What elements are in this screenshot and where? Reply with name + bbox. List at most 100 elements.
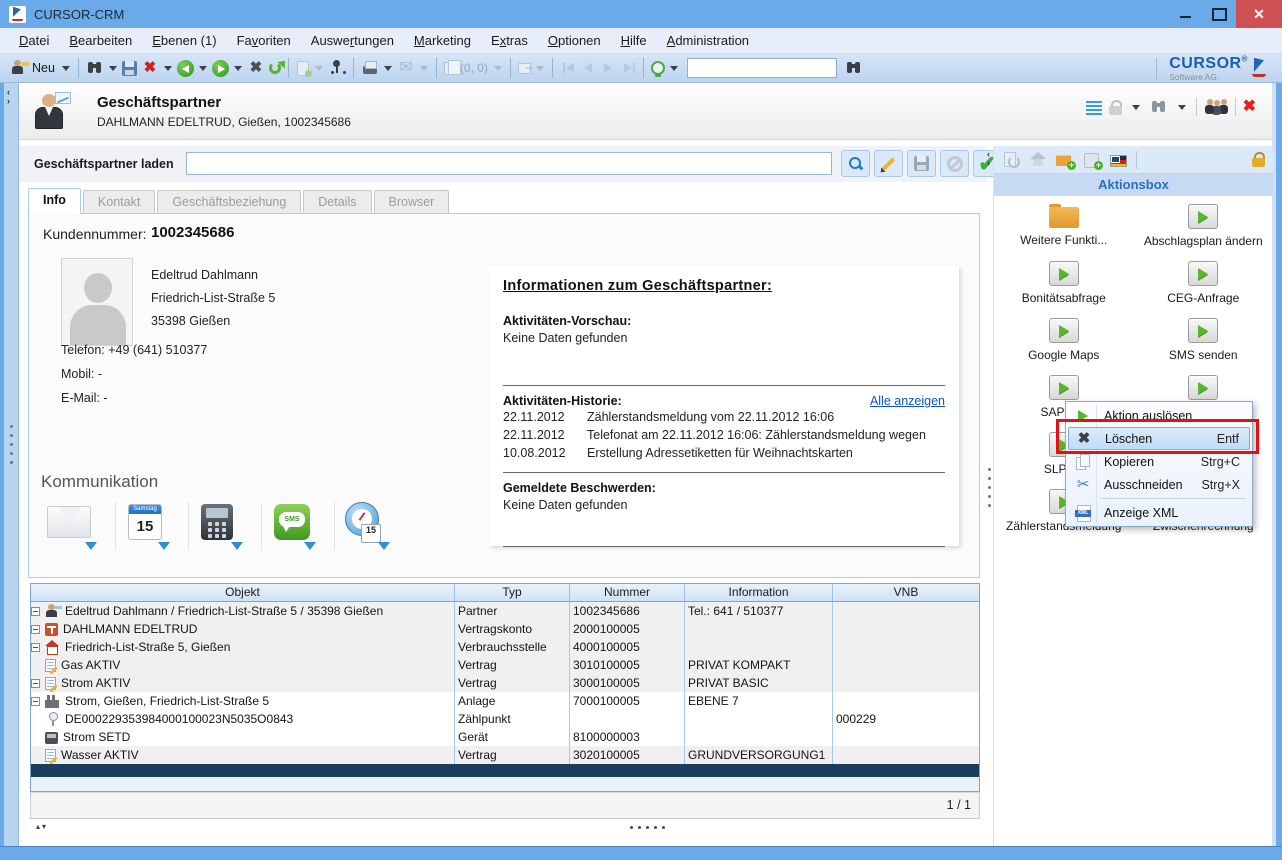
- menu-item-datei[interactable]: Datei: [10, 30, 58, 51]
- appointment-dropdown-icon[interactable]: [158, 542, 170, 550]
- close-button[interactable]: ✕: [1236, 0, 1282, 28]
- column-header-objekt[interactable]: Objekt: [31, 584, 455, 601]
- reminder-dropdown-icon[interactable]: [378, 542, 390, 550]
- tab-details[interactable]: Details: [303, 190, 371, 214]
- edit-button[interactable]: [874, 150, 903, 177]
- left-panel-splitter[interactable]: ‹›: [4, 83, 19, 846]
- email-action[interactable]: [43, 502, 116, 550]
- right-splitter-handle[interactable]: [988, 468, 991, 507]
- column-header-typ[interactable]: Typ: [455, 584, 570, 601]
- delete-dropdown[interactable]: [164, 66, 172, 71]
- action-bonit-tsabfrage[interactable]: Bonitätsabfrage: [994, 253, 1134, 310]
- table-row[interactable]: Gas AKTIVVertrag3010100005PRIVAT KOMPAKT: [31, 656, 979, 674]
- table-row[interactable]: DE000229353984000100023N5035O0843Zählpun…: [31, 710, 979, 728]
- play-icon[interactable]: [1049, 318, 1079, 343]
- menu-item-optionen[interactable]: Optionen: [539, 30, 610, 51]
- left-splitter-handle[interactable]: [10, 425, 13, 464]
- bottom-splitter[interactable]: ▴▾: [30, 822, 980, 836]
- back-dropdown[interactable]: [199, 66, 207, 71]
- save-icon[interactable]: [122, 61, 137, 76]
- play-icon[interactable]: [1188, 375, 1218, 400]
- play-icon[interactable]: [1188, 318, 1218, 343]
- delete-icon[interactable]: ✖: [141, 59, 159, 77]
- table-horizontal-scrollbar[interactable]: [31, 764, 979, 777]
- minimize-button[interactable]: [1168, 0, 1202, 28]
- menu-item-favoriten[interactable]: Favoriten: [228, 30, 300, 51]
- folder-icon[interactable]: [1049, 207, 1079, 228]
- table-row[interactable]: DAHLMANN EDELTRUDVertragskonto2000100005: [31, 620, 979, 638]
- table-row[interactable]: Friedrich-List-Straße 5, GießenVerbrauch…: [31, 638, 979, 656]
- table-row[interactable]: Strom AKTIVVertrag3000100005PRIVAT BASIC: [31, 674, 979, 692]
- add-folder-icon[interactable]: [1056, 152, 1074, 168]
- left-panel-collapse-icon[interactable]: ‹›: [7, 88, 10, 106]
- action-sms-senden[interactable]: SMS senden: [1134, 310, 1274, 367]
- table-row[interactable]: Edeltrud Dahlmann / Friedrich-List-Straß…: [31, 602, 979, 620]
- search-icon[interactable]: [86, 59, 104, 77]
- column-header-information[interactable]: Information: [685, 584, 833, 601]
- menu-item-ebenen-1-[interactable]: Ebenen (1): [143, 30, 225, 51]
- header-search-icon[interactable]: [1150, 98, 1168, 116]
- tab-geschäftsbeziehung[interactable]: Geschäftsbeziehung: [157, 190, 301, 214]
- column-header-vnb[interactable]: VNB: [833, 584, 979, 601]
- action-ceg-anfrage[interactable]: CEG-Anfrage: [1134, 253, 1274, 310]
- close-record-icon[interactable]: ✖: [1243, 99, 1256, 115]
- context-menu-item-anzeige-xml[interactable]: Anzeige XML: [1068, 501, 1250, 524]
- quick-search-person-icon[interactable]: [651, 61, 665, 75]
- play-icon[interactable]: [1049, 261, 1079, 286]
- refresh-icon[interactable]: [269, 62, 281, 74]
- save-record-button[interactable]: [907, 150, 936, 177]
- forward-icon[interactable]: [212, 60, 229, 77]
- print-icon[interactable]: [361, 59, 379, 77]
- new-record-dropdown[interactable]: [62, 66, 70, 71]
- column-header-nummer[interactable]: Nummer: [570, 584, 685, 601]
- tree-expander-icon[interactable]: [31, 643, 40, 652]
- list-view-icon[interactable]: [1086, 100, 1102, 114]
- search-dropdown[interactable]: [109, 66, 117, 71]
- reminder-action[interactable]: 15: [335, 502, 408, 550]
- play-icon[interactable]: [1188, 204, 1218, 229]
- table-row[interactable]: Wasser AKTIVVertrag3020100005GRUNDVERSOR…: [31, 746, 979, 764]
- action-weitere-funkti-[interactable]: Weitere Funkti...: [994, 196, 1134, 253]
- splitter-arrows-icon[interactable]: ▴▾: [36, 822, 48, 831]
- tab-kontakt[interactable]: Kontakt: [83, 190, 155, 214]
- tree-expander-icon[interactable]: [31, 697, 40, 706]
- context-menu-item-ausschneiden[interactable]: ✂AusschneidenStrg+X: [1068, 473, 1250, 496]
- action-google-maps[interactable]: Google Maps: [994, 310, 1134, 367]
- print-dropdown[interactable]: [384, 66, 392, 71]
- lock-dropdown[interactable]: [1132, 105, 1140, 110]
- play-icon[interactable]: [1049, 375, 1079, 400]
- search-button[interactable]: [841, 150, 870, 177]
- tree-expander-icon[interactable]: [31, 625, 40, 634]
- back-icon[interactable]: [177, 60, 194, 77]
- new-record-icon[interactable]: [10, 59, 28, 77]
- quick-search-dropdown[interactable]: [670, 66, 678, 71]
- quick-search-go-icon[interactable]: [845, 59, 863, 77]
- show-all-link[interactable]: Alle anzeigen: [870, 394, 945, 408]
- language-flag-icon[interactable]: [1110, 155, 1127, 167]
- menu-item-auswertungen[interactable]: Auswertungen: [302, 30, 403, 51]
- phone-dropdown-icon[interactable]: [231, 542, 243, 550]
- quick-search-input[interactable]: [687, 58, 837, 78]
- sms-action[interactable]: SMS: [262, 502, 335, 550]
- tab-info[interactable]: Info: [28, 188, 81, 214]
- action-abschlagsplan-ndern[interactable]: Abschlagsplan ändern: [1134, 196, 1274, 253]
- lock-icon[interactable]: [1109, 100, 1122, 115]
- appointment-action[interactable]: Samstag15: [116, 502, 189, 550]
- email-dropdown-icon[interactable]: [85, 542, 97, 550]
- menu-item-administration[interactable]: Administration: [658, 30, 758, 51]
- right-panel-collapse-icon[interactable]: ‹›: [987, 150, 990, 168]
- menu-item-marketing[interactable]: Marketing: [405, 30, 480, 51]
- tree-expander-icon[interactable]: [31, 679, 40, 688]
- table-row[interactable]: Strom SETDGerät8100000003: [31, 728, 979, 746]
- new-record-button[interactable]: Neu: [32, 61, 55, 75]
- add-action-icon[interactable]: [1083, 152, 1101, 168]
- play-icon[interactable]: [1188, 261, 1218, 286]
- tree-expander-icon[interactable]: [31, 607, 40, 616]
- sms-dropdown-icon[interactable]: [304, 542, 316, 550]
- contact-persons-icon[interactable]: [1204, 99, 1228, 116]
- menu-item-bearbeiten[interactable]: Bearbeiten: [60, 30, 141, 51]
- splitter-handle[interactable]: [630, 826, 665, 829]
- workflow-icon[interactable]: [328, 59, 346, 77]
- tab-browser[interactable]: Browser: [374, 190, 450, 214]
- menu-item-hilfe[interactable]: Hilfe: [612, 30, 656, 51]
